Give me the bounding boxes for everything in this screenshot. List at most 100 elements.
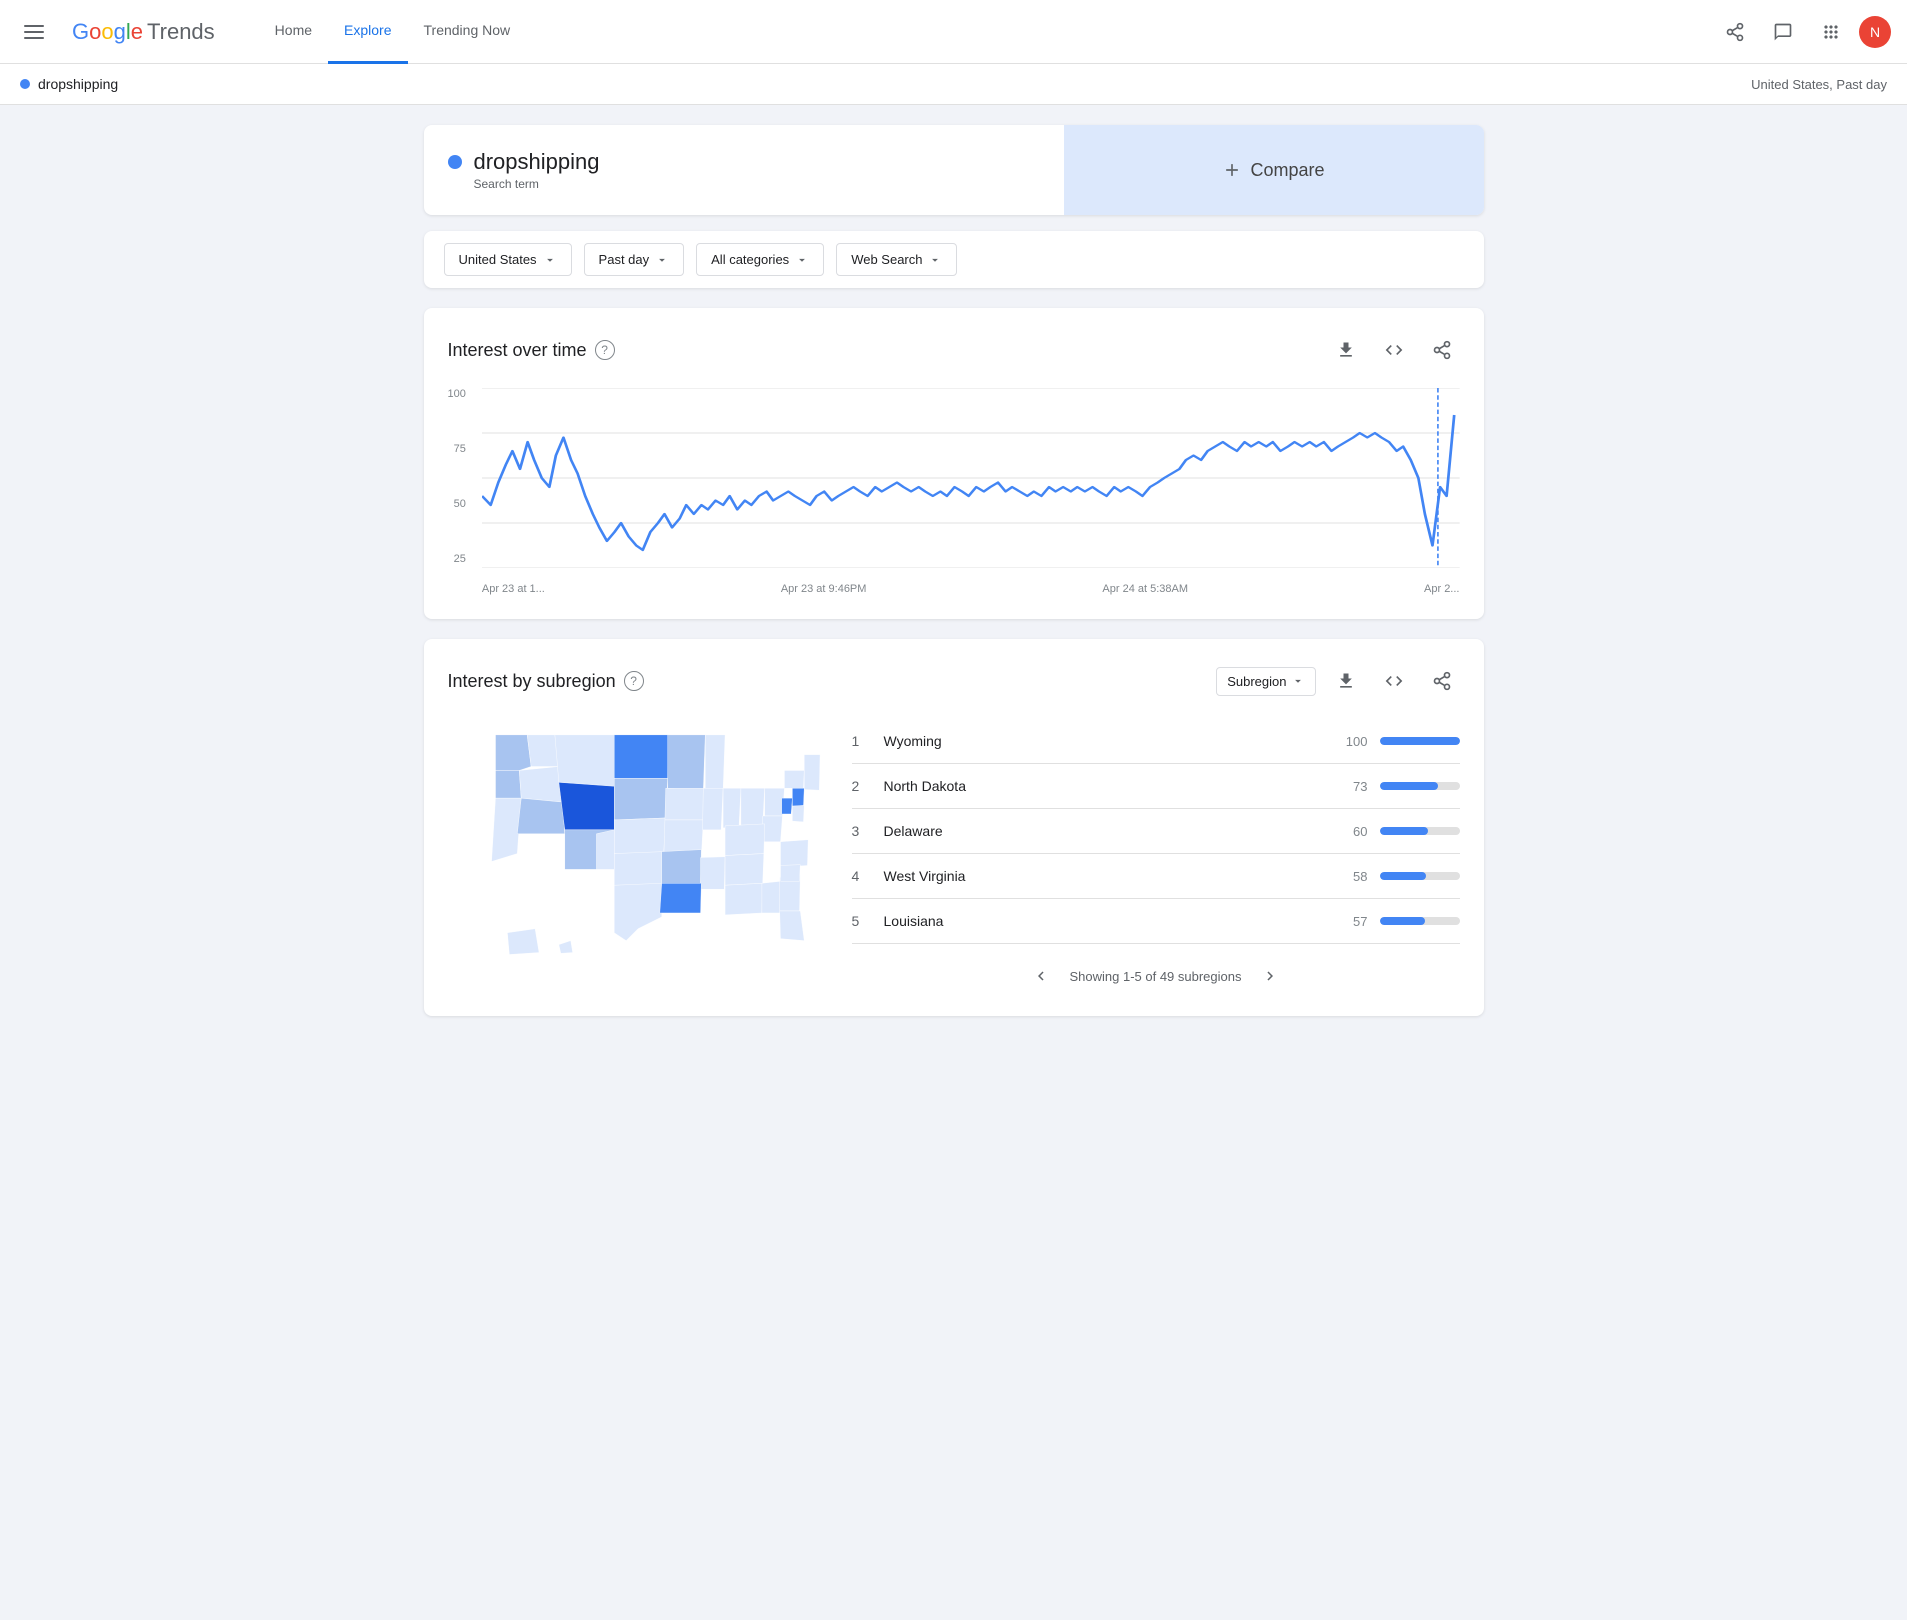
rank-bar bbox=[1380, 827, 1428, 835]
rank-score: 58 bbox=[1338, 869, 1368, 884]
rank-score: 60 bbox=[1338, 824, 1368, 839]
compare-label: Compare bbox=[1250, 160, 1324, 181]
term-dot-icon bbox=[448, 155, 462, 169]
y-label-100: 100 bbox=[448, 388, 466, 400]
search-card-type: Search term bbox=[474, 177, 600, 191]
header-left: Google Trends Home Explore Trending Now bbox=[16, 0, 526, 64]
category-filter-label: All categories bbox=[711, 252, 789, 267]
ranking-item: 3 Delaware 60 bbox=[852, 809, 1460, 854]
feedback-button[interactable] bbox=[1763, 12, 1803, 52]
rank-number: 3 bbox=[852, 823, 872, 839]
search-term-text: dropshipping bbox=[38, 76, 118, 92]
rank-bar bbox=[1380, 872, 1426, 880]
location-filter-label: United States bbox=[459, 252, 537, 267]
category-filter[interactable]: All categories bbox=[696, 243, 824, 276]
state-ia bbox=[664, 788, 704, 820]
state-tx bbox=[614, 883, 661, 940]
state-sd bbox=[614, 778, 667, 820]
state-la bbox=[659, 883, 701, 913]
state-md bbox=[792, 805, 804, 822]
state-ne bbox=[614, 818, 665, 854]
chart-svg bbox=[482, 388, 1460, 568]
time-filter[interactable]: Past day bbox=[584, 243, 685, 276]
main-content: dropshipping Search term Compare United … bbox=[404, 105, 1504, 1056]
map-section: 1 Wyoming 100 2 North Dakota 73 bbox=[448, 719, 1460, 992]
nav-explore[interactable]: Explore bbox=[328, 0, 407, 64]
filters-bar: United States Past day All categories We… bbox=[424, 231, 1484, 288]
search-card-title: dropshipping bbox=[474, 149, 600, 175]
rank-number: 5 bbox=[852, 913, 872, 929]
compare-button[interactable]: Compare bbox=[1064, 125, 1484, 215]
subregion-select[interactable]: Subregion bbox=[1216, 667, 1315, 696]
state-ne-area bbox=[804, 755, 820, 791]
rank-number: 1 bbox=[852, 733, 872, 749]
time-filter-label: Past day bbox=[599, 252, 650, 267]
chart-area: Apr 23 at 1... Apr 23 at 9:46PM Apr 24 a… bbox=[482, 388, 1460, 595]
x-label-0: Apr 23 at 1... bbox=[482, 583, 545, 595]
download-button[interactable] bbox=[1328, 332, 1364, 368]
state-sc bbox=[780, 865, 800, 882]
nav-trending[interactable]: Trending Now bbox=[408, 0, 527, 64]
logo[interactable]: Google Trends bbox=[72, 19, 215, 45]
x-label-3: Apr 2... bbox=[1424, 583, 1459, 595]
state-wa bbox=[495, 735, 531, 771]
location-filter[interactable]: United States bbox=[444, 243, 572, 276]
search-type-filter[interactable]: Web Search bbox=[836, 243, 957, 276]
chart-x-axis: Apr 23 at 1... Apr 23 at 9:46PM Apr 24 a… bbox=[482, 579, 1460, 595]
interest-by-subregion-title: Interest by subregion bbox=[448, 671, 616, 692]
subregion-filter: Subregion bbox=[1216, 667, 1315, 696]
user-avatar[interactable]: N bbox=[1859, 16, 1891, 48]
state-ak bbox=[507, 929, 539, 955]
state-il bbox=[702, 788, 723, 830]
rank-score: 57 bbox=[1338, 914, 1368, 929]
rank-name: Wyoming bbox=[884, 733, 1326, 749]
rank-score: 73 bbox=[1338, 779, 1368, 794]
ranking-item: 2 North Dakota 73 bbox=[852, 764, 1460, 809]
state-wi bbox=[705, 735, 725, 790]
nav-home[interactable]: Home bbox=[259, 0, 328, 64]
prev-page-button[interactable] bbox=[1025, 960, 1057, 992]
state-nd bbox=[614, 735, 669, 779]
search-type-label: Web Search bbox=[851, 252, 922, 267]
state-al bbox=[761, 881, 780, 913]
y-label-75: 75 bbox=[448, 443, 466, 455]
logo-google-text: Google bbox=[72, 19, 143, 45]
search-card-info: dropshipping Search term bbox=[474, 149, 600, 191]
state-or bbox=[495, 770, 521, 798]
embed-button[interactable] bbox=[1376, 332, 1412, 368]
search-card-inner: dropshipping Search term Compare bbox=[424, 125, 1484, 215]
rank-bar bbox=[1380, 782, 1438, 790]
share-subregion-button[interactable] bbox=[1424, 663, 1460, 699]
share-chart-button[interactable] bbox=[1424, 332, 1460, 368]
interest-by-subregion-card: Interest by subregion ? Subregion bbox=[424, 639, 1484, 1016]
rank-bar bbox=[1380, 917, 1426, 925]
search-location-time: United States, Past day bbox=[1751, 77, 1887, 92]
next-page-button[interactable] bbox=[1254, 960, 1286, 992]
subregion-help-icon[interactable]: ? bbox=[624, 671, 644, 691]
search-term-pill: dropshipping bbox=[20, 76, 118, 92]
menu-icon[interactable] bbox=[16, 17, 52, 47]
rank-name: Louisiana bbox=[884, 913, 1326, 929]
state-id bbox=[519, 766, 563, 802]
state-in bbox=[723, 788, 741, 828]
state-wv bbox=[781, 798, 792, 814]
state-oh bbox=[740, 788, 764, 826]
pagination: Showing 1-5 of 49 subregions bbox=[852, 944, 1460, 992]
state-ks bbox=[614, 852, 663, 886]
us-map-svg bbox=[448, 719, 828, 964]
state-ny bbox=[784, 770, 804, 788]
x-label-1: Apr 23 at 9:46PM bbox=[781, 583, 867, 595]
card-header-subregion: Interest by subregion ? Subregion bbox=[448, 663, 1460, 699]
interest-over-time-card: Interest over time ? 100 75 50 bbox=[424, 308, 1484, 619]
rank-bar-container bbox=[1380, 737, 1460, 745]
download-subregion-button[interactable] bbox=[1328, 663, 1364, 699]
card-header-time: Interest over time ? bbox=[448, 332, 1460, 368]
state-nc bbox=[780, 840, 808, 868]
help-icon[interactable]: ? bbox=[595, 340, 615, 360]
x-label-2: Apr 24 at 5:38AM bbox=[1102, 583, 1188, 595]
share-button[interactable] bbox=[1715, 12, 1755, 52]
header: Google Trends Home Explore Trending Now … bbox=[0, 0, 1907, 64]
embed-subregion-button[interactable] bbox=[1376, 663, 1412, 699]
apps-button[interactable] bbox=[1811, 12, 1851, 52]
ranking-item: 5 Louisiana 57 bbox=[852, 899, 1460, 944]
